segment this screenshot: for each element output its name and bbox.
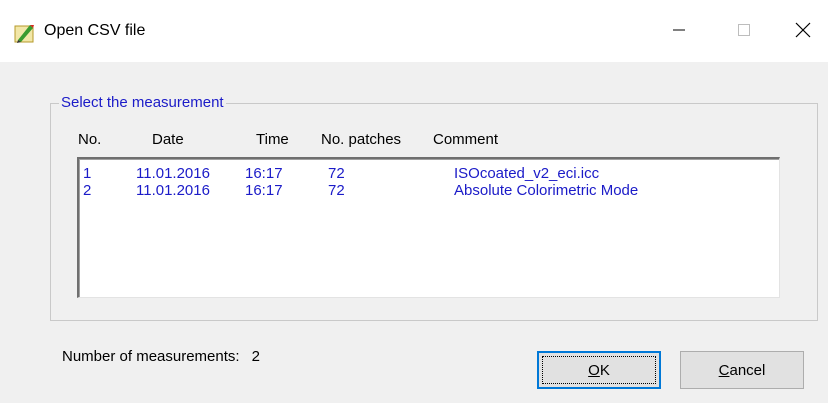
row-date: 11.01.2016 xyxy=(136,182,210,199)
measurement-count-value: 2 xyxy=(251,348,260,365)
row-comment: Absolute Colorimetric Mode xyxy=(454,182,639,199)
measurement-list[interactable]: 1 11.01.2016 16:17 72 ISOcoated_v2_eci.i… xyxy=(77,157,780,298)
focus-rectangle xyxy=(542,356,656,384)
row-date: 11.01.2016 xyxy=(136,165,210,182)
minimize-button[interactable] xyxy=(654,10,704,54)
open-csv-dialog: Open CSV file Select the measurement No.… xyxy=(0,0,828,403)
row-time: 16:17 xyxy=(245,182,283,199)
column-header-date: Date xyxy=(152,131,184,148)
column-header-no: No. xyxy=(78,131,102,148)
cancel-button[interactable]: Cancel xyxy=(680,351,804,389)
close-button[interactable] xyxy=(778,10,828,54)
ok-button[interactable]: OK xyxy=(537,351,661,389)
row-patches: 72 xyxy=(328,165,345,182)
row-patches: 72 xyxy=(328,182,345,199)
row-comment: ISOcoated_v2_eci.icc xyxy=(454,165,600,182)
row-no: 1 xyxy=(83,165,92,182)
title-bar[interactable]: Open CSV file xyxy=(0,0,828,62)
row-time: 16:17 xyxy=(245,165,283,182)
measurement-count-label: Number of measurements: xyxy=(62,348,240,365)
maximize-icon xyxy=(737,23,751,41)
column-header-patches: No. patches xyxy=(321,131,402,148)
window-title: Open CSV file xyxy=(44,22,146,39)
list-item[interactable]: 1 11.01.2016 16:17 72 ISOcoated_v2_eci.i… xyxy=(79,165,779,183)
cancel-button-label: Cancel xyxy=(718,361,766,379)
maximize-button xyxy=(719,10,769,54)
column-header-time: Time xyxy=(256,131,289,148)
list-item[interactable]: 2 11.01.2016 16:17 72 Absolute Colorimet… xyxy=(79,182,779,200)
csv-pencil-icon xyxy=(14,22,36,44)
group-label: Select the measurement xyxy=(59,94,226,111)
column-header-comment: Comment xyxy=(433,131,499,148)
minimize-icon xyxy=(672,23,686,41)
measurement-count: Number of measurements: 2 xyxy=(62,348,260,365)
row-no: 2 xyxy=(83,182,92,199)
close-icon xyxy=(795,22,811,42)
